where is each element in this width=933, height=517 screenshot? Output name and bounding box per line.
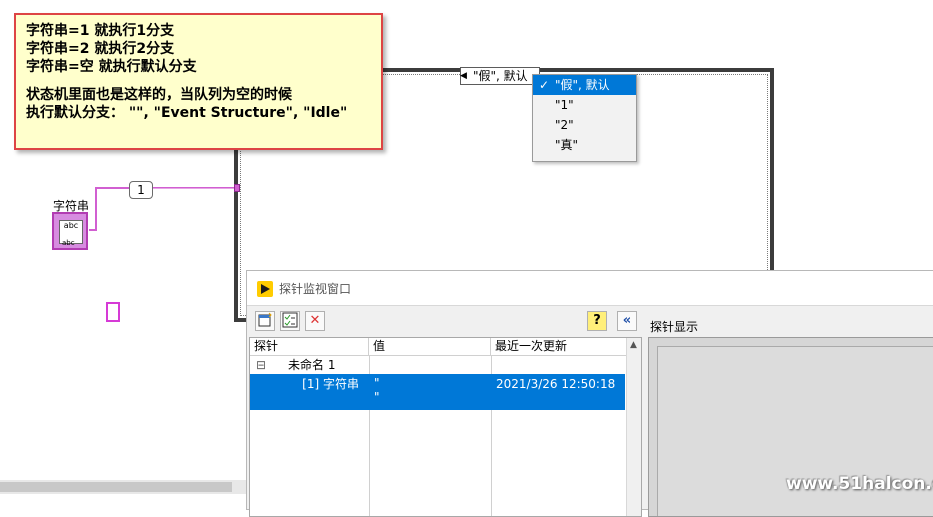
note-line: 字符串=2 就执行2分支	[26, 41, 175, 57]
probe-window-title: 探针监视窗口	[279, 282, 352, 296]
labview-icon	[257, 281, 273, 297]
numeric-constant[interactable]: 1	[129, 181, 153, 199]
probe-list[interactable]: 探针 值 最近一次更新 ⊟ 未命名 1 [1] 字符串 " " 2021/3/2…	[249, 337, 642, 517]
probe-window-titlebar[interactable]: 探针监视窗口	[247, 271, 933, 306]
note-line: 执行默认分支： "", "Event Structure", "Idle"	[26, 105, 348, 121]
dropdown-item-default[interactable]: ✓ "假", 默认	[533, 75, 636, 95]
string-wire-end[interactable]	[106, 302, 120, 322]
comment-note: 字符串=1 就执行1分支 字符串=2 就执行2分支 字符串=空 就执行默认分支 …	[14, 13, 383, 150]
wire-segment[interactable]	[95, 187, 97, 231]
probe-list-button[interactable]	[280, 311, 300, 331]
watermark-text: www.51halcon.com	[786, 474, 933, 494]
delete-probe-button[interactable]: ✕	[305, 311, 325, 331]
probe-value-cell: " "	[374, 376, 380, 404]
probe-list-header: 探针 值 最近一次更新	[250, 338, 627, 356]
dropdown-item-label: "真"	[555, 138, 579, 152]
dropdown-item-label: "1"	[555, 98, 574, 112]
column-header-probe[interactable]: 探针	[250, 338, 369, 355]
checkmark-icon: ✓	[539, 78, 550, 92]
probe-updated-cell: 2021/3/26 12:50:18	[496, 377, 616, 391]
wire-segment	[152, 188, 234, 189]
new-probe-icon	[258, 312, 272, 327]
dropdown-item-2[interactable]: "2"	[533, 115, 636, 135]
double-chevron-left-icon: «	[622, 313, 632, 328]
dropdown-item-true[interactable]: "真"	[533, 135, 636, 155]
table-row[interactable]: [1] 字符串 " " 2021/3/26 12:50:18	[250, 374, 625, 410]
collapse-button[interactable]: «	[617, 311, 637, 331]
help-button[interactable]: ?	[587, 311, 607, 331]
checklist-icon	[282, 312, 298, 328]
note-line: 状态机里面也是这样的，当队列为空的时候	[26, 87, 292, 103]
case-selector-value: "假", 默认	[473, 69, 528, 83]
new-probe-button[interactable]	[255, 311, 275, 331]
string-control-terminal[interactable]: abc abc	[52, 212, 88, 250]
dropdown-item-label: "2"	[555, 118, 574, 132]
probe-display-label: 探针显示	[650, 320, 699, 334]
vertical-scrollbar[interactable]: ▲	[626, 338, 641, 516]
case-dropdown-menu[interactable]: ✓ "假", 默认 "1" "2" "真"	[532, 74, 637, 162]
help-icon: ?	[593, 313, 601, 328]
horizontal-scrollbar[interactable]	[0, 480, 246, 494]
note-line: 字符串=1 就执行1分支	[26, 23, 175, 39]
case-selector-terminal[interactable]	[234, 184, 240, 192]
scrollbar-thumb[interactable]	[0, 482, 232, 492]
case-selector[interactable]: ◀ "假", 默认	[460, 67, 540, 85]
probe-group-name: 未命名 1	[288, 358, 336, 372]
dropdown-item-label: "假", 默认	[555, 78, 610, 92]
column-header-value[interactable]: 值	[369, 338, 491, 355]
probe-name-cell: [1] 字符串	[302, 377, 359, 391]
note-line: 字符串=空 就执行默认分支	[26, 59, 197, 75]
close-icon: ✕	[309, 313, 321, 328]
dropdown-item-1[interactable]: "1"	[533, 95, 636, 115]
column-header-updated[interactable]: 最近一次更新	[491, 338, 625, 355]
scroll-up-icon[interactable]: ▲	[630, 340, 637, 350]
decrement-arrow-icon[interactable]: ◀	[460, 68, 467, 84]
collapse-toggle-icon[interactable]: ⊟	[256, 356, 266, 374]
string-type-label: abc	[62, 239, 75, 247]
